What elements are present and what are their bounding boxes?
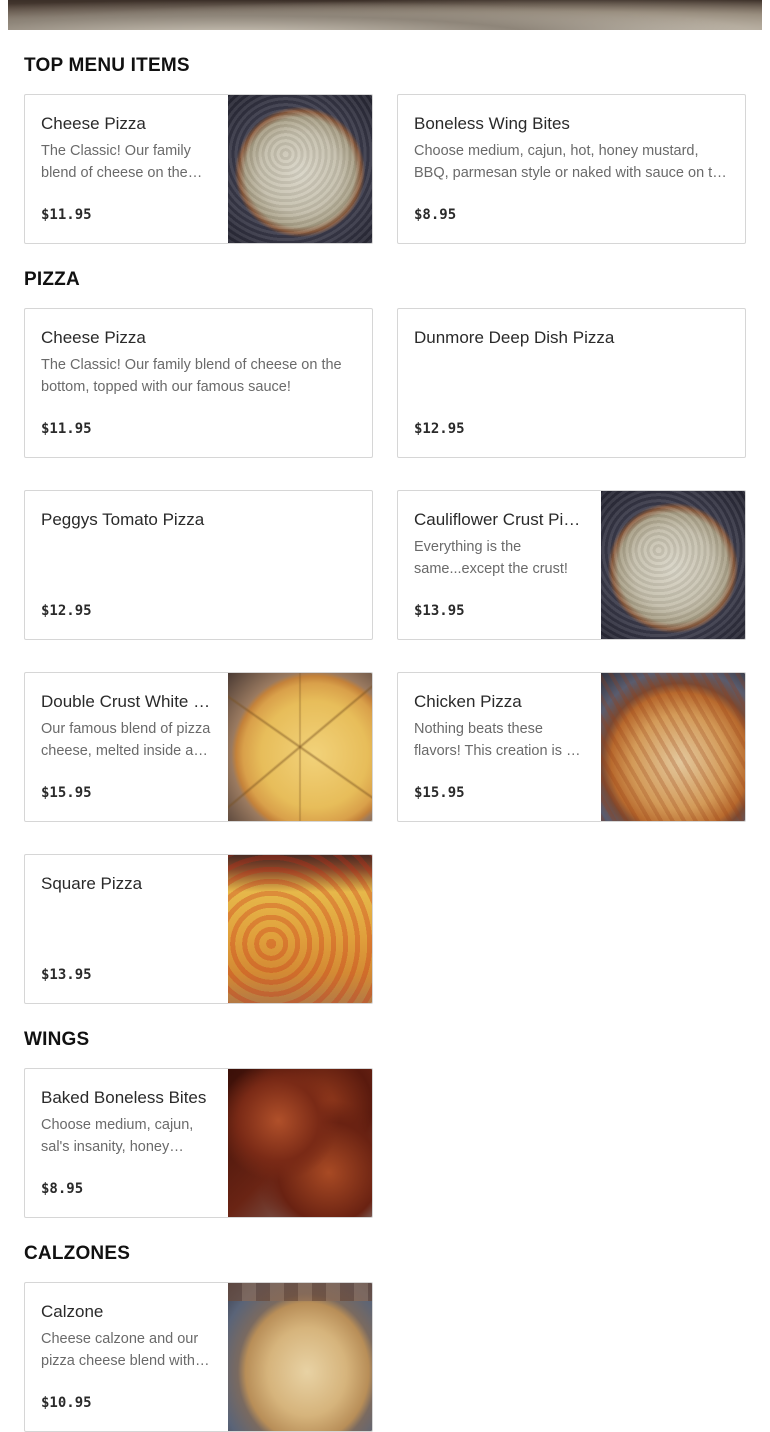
menu-item-name: Cauliflower Crust Pizza: [414, 510, 586, 529]
menu-item-description: Nothing beats these flavors! This creati…: [414, 721, 575, 759]
menu-item-name: Peggys Tomato Pizza: [41, 510, 205, 529]
menu-item-description: Our famous blend of pizza cheese, melted…: [41, 721, 211, 759]
menu-item-description: Choose medium, cajun, sal's insanity, ho…: [41, 1117, 194, 1155]
menu-item-name: Calzone: [41, 1302, 104, 1321]
menu-item-name: Cheese Pizza: [41, 114, 146, 133]
menu-item-card[interactable]: Double Crust White Pizza Our famous blen…: [24, 672, 373, 822]
calzone-photo: [228, 1283, 372, 1431]
white-pizza-photo: [228, 673, 372, 821]
hero-banner-image: [8, 0, 762, 30]
menu-item-name: Boneless Wing Bites: [414, 114, 570, 133]
menu-item-price: $8.95: [414, 207, 457, 223]
menu-item-description: The Classic! Our family blend of cheese …: [41, 143, 191, 181]
menu-item-price: $13.95: [41, 967, 92, 983]
menu-item-price: $12.95: [414, 421, 465, 437]
square-pizza-photo: [228, 855, 372, 1003]
section-title-wings: WINGS: [24, 1029, 90, 1050]
menu-item-description: The Classic! Our family blend of cheese …: [41, 357, 342, 395]
menu-item-description: Everything is the same...except the crus…: [414, 539, 568, 577]
menu-item-name: Cheese Pizza: [41, 328, 146, 347]
menu-item-card[interactable]: Calzone Cheese calzone and our pizza che…: [24, 1282, 373, 1432]
menu-item-description: Choose medium, cajun, hot, honey mustard…: [414, 143, 729, 181]
menu-item-price: $10.95: [41, 1395, 92, 1411]
menu-item-price: $8.95: [41, 1181, 84, 1197]
menu-item-card[interactable]: Dunmore Deep Dish Pizza $12.95: [397, 308, 746, 458]
menu-item-card[interactable]: Cheese Pizza The Classic! Our family ble…: [24, 308, 373, 458]
section-title-top-menu-items: TOP MENU ITEMS: [24, 55, 190, 76]
menu-item-card[interactable]: Chicken Pizza Nothing beats these flavor…: [397, 672, 746, 822]
menu-item-price: $15.95: [414, 785, 465, 801]
menu-item-card[interactable]: Cauliflower Crust Pizza Everything is th…: [397, 490, 746, 640]
menu-item-name: Double Crust White Pizza: [41, 692, 213, 711]
chicken-pizza-photo: [601, 673, 745, 821]
menu-item-name: Baked Boneless Bites: [41, 1088, 207, 1107]
menu-item-price: $13.95: [414, 603, 465, 619]
cauliflower-pizza-photo: [601, 491, 745, 639]
section-title-pizza: PIZZA: [24, 269, 80, 290]
menu-item-description: Cheese calzone and our pizza cheese blen…: [41, 1331, 199, 1369]
menu-item-name: Square Pizza: [41, 874, 143, 893]
cheese-pizza-photo: [228, 95, 372, 243]
menu-item-card[interactable]: Baked Boneless Bites Choose medium, caju…: [24, 1068, 373, 1218]
menu-item-price: $11.95: [41, 421, 92, 437]
menu-item-name: Dunmore Deep Dish Pizza: [414, 328, 615, 347]
menu-item-card[interactable]: Boneless Wing Bites Choose medium, cajun…: [397, 94, 746, 244]
section-title-calzones: CALZONES: [24, 1243, 131, 1264]
menu-item-card[interactable]: Cheese Pizza The Classic! Our family ble…: [24, 94, 373, 244]
menu-item-name: Chicken Pizza: [414, 692, 522, 711]
wings-photo: [228, 1069, 372, 1217]
menu-item-price: $15.95: [41, 785, 92, 801]
menu-item-price: $11.95: [41, 207, 92, 223]
menu-item-card[interactable]: Peggys Tomato Pizza $12.95: [24, 490, 373, 640]
menu-item-card[interactable]: Square Pizza $13.95: [24, 854, 373, 1004]
menu-item-price: $12.95: [41, 603, 92, 619]
